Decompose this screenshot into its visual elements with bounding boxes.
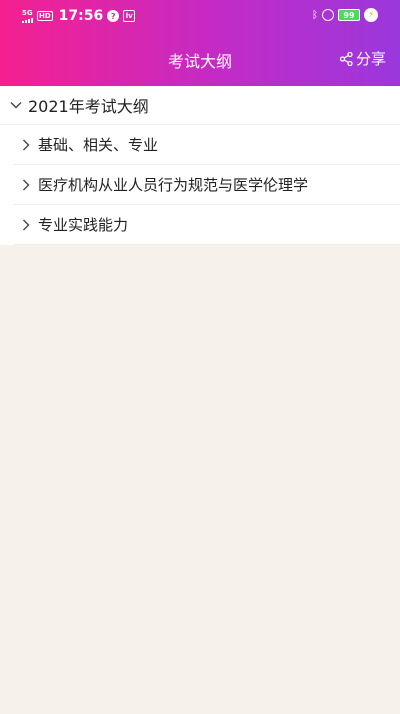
share-label: 分享 — [355, 50, 386, 68]
chevron-right-icon — [23, 139, 30, 150]
charging-icon: ⚡ — [364, 8, 378, 22]
chevron-right-icon — [23, 219, 30, 230]
status-bar-left: 5G HD 17:56 ? lv — [22, 8, 136, 24]
hd-icon: HD — [37, 11, 53, 21]
status-time: 17:56 — [58, 8, 104, 24]
tree-root-label: 2021年考试大纲 — [28, 97, 149, 116]
chevron-down-icon — [10, 102, 22, 109]
tree-item-label: 专业实践能力 — [38, 216, 129, 234]
signal-icon: 5G — [22, 8, 33, 23]
share-button[interactable]: 分享 — [339, 48, 386, 69]
status-bar-right: ᛒ 99 ⚡ — [312, 8, 378, 22]
tree-item-practice[interactable]: 专业实践能力 — [14, 205, 400, 245]
app-icon: lv — [123, 10, 136, 22]
chevron-right-icon — [23, 179, 30, 190]
network-label: 5G — [22, 8, 33, 17]
notification-icon: ? — [107, 10, 120, 22]
app-header: 5G HD 17:56 ? lv ᛒ 99 ⚡ 考试大纲 分享 — [0, 0, 400, 86]
share-icon — [339, 51, 353, 66]
tree-item-label: 医疗机构从业人员行为规范与医学伦理学 — [38, 176, 309, 194]
tree-item-ethics[interactable]: 医疗机构从业人员行为规范与医学伦理学 — [14, 165, 400, 205]
alarm-icon — [322, 9, 334, 21]
bluetooth-icon: ᛒ — [312, 9, 318, 21]
tree-root-2021[interactable]: 2021年考试大纲 — [0, 86, 400, 125]
syllabus-tree: 2021年考试大纲 基础、相关、专业 医疗机构从业人员行为规范与医学伦理学 专业… — [0, 86, 400, 245]
tree-item-basics[interactable]: 基础、相关、专业 — [14, 125, 400, 165]
tree-item-label: 基础、相关、专业 — [38, 136, 159, 154]
battery-icon: 99 — [338, 9, 360, 21]
status-bar: 5G HD 17:56 ? lv ᛒ 99 ⚡ — [0, 0, 400, 32]
